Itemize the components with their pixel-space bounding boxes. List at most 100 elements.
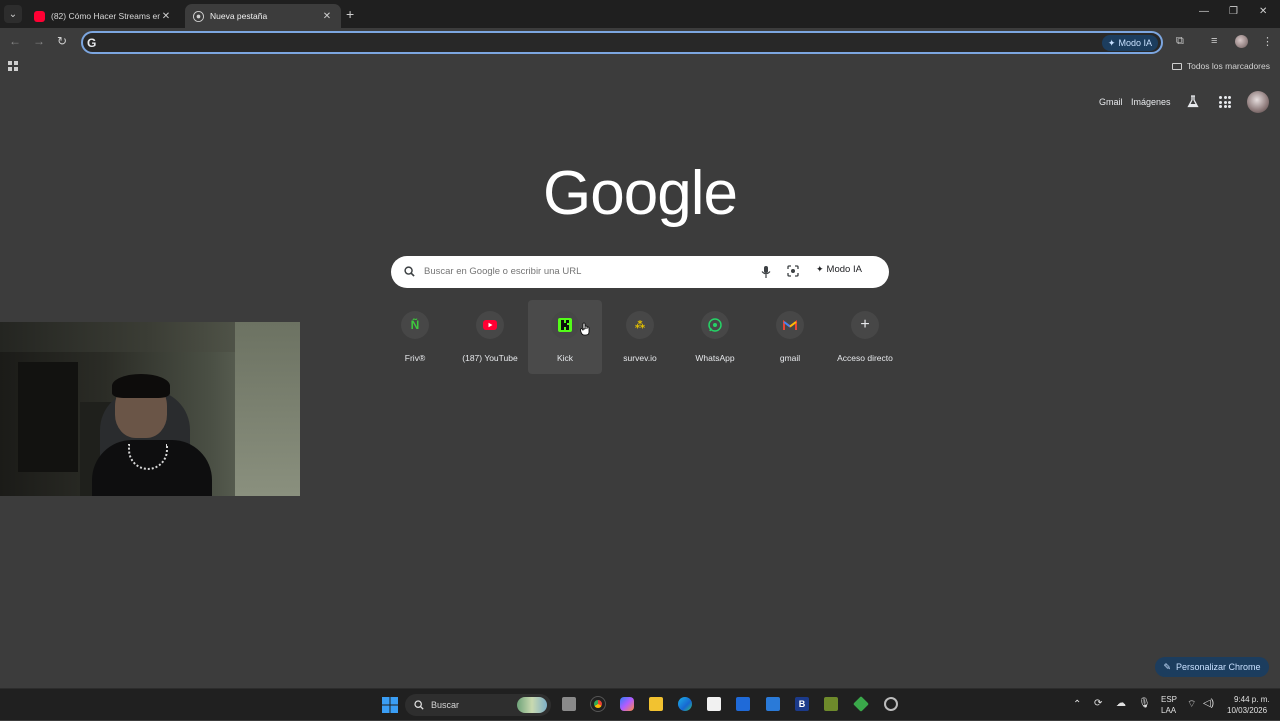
plus-icon: +: [851, 311, 879, 339]
green-cube-icon[interactable]: [853, 696, 869, 712]
file-explorer-icon[interactable]: [649, 697, 663, 711]
shortcut-label: gmail: [779, 353, 801, 363]
toolbar: ← → ↻ G ✦ Modo IA ⧉ ≡ ⋮: [0, 28, 1280, 56]
shortcut-survev[interactable]: ⁂ survev.io: [603, 300, 677, 374]
ai-search-icon: ✦: [1107, 37, 1116, 48]
tab-search-button[interactable]: ⌄: [4, 5, 22, 23]
shortcut-add[interactable]: + Acceso directo: [828, 300, 902, 374]
kick-icon: [551, 311, 579, 339]
tab-strip: ⌄ (82) Cómo Hacer Streams en Ki ✕ Nueva …: [0, 0, 1280, 28]
shortcut-friv[interactable]: Ñ Friv®: [378, 300, 452, 374]
account-avatar[interactable]: [1247, 91, 1269, 113]
chevron-up-icon[interactable]: ⌃: [1073, 699, 1081, 710]
images-link[interactable]: Imágenes: [1131, 97, 1171, 107]
search-icon: [404, 266, 415, 277]
chevron-down-icon: ⌄: [8, 8, 18, 20]
customize-chrome-button[interactable]: ✎ Personalizar Chrome: [1155, 657, 1269, 677]
google-lens-icon[interactable]: [787, 265, 799, 277]
shortcut-label: WhatsApp: [695, 353, 735, 363]
ai-search-icon: ✦: [816, 264, 824, 274]
clock-time[interactable]: 9:44 p. m.: [1234, 695, 1270, 704]
folder-icon: [1171, 62, 1182, 70]
show-desktop-button[interactable]: [1274, 689, 1280, 721]
edge-icon[interactable]: [678, 697, 692, 711]
youtube-icon: [476, 311, 504, 339]
address-bar[interactable]: G ✦ Modo IA: [81, 31, 1163, 54]
shortcut-label: survev.io: [623, 353, 657, 363]
windows-taskbar: Buscar B ⌃ ⟳ ☁ 🎙 ESP LAA ⌔ ◁) 9:44 p. m.…: [0, 688, 1280, 720]
omnibox-modo-ia-button[interactable]: ✦ Modo IA: [1101, 35, 1158, 51]
dropbox-icon[interactable]: [736, 697, 750, 711]
reload-icon[interactable]: ↻: [57, 34, 67, 48]
search-input[interactable]: [424, 266, 744, 277]
google-apps-icon[interactable]: [1219, 96, 1231, 108]
language-indicator[interactable]: ESP: [1161, 695, 1177, 704]
mail-icon[interactable]: [766, 697, 780, 711]
back-icon[interactable]: ←: [9, 34, 21, 48]
whatsapp-icon: [701, 311, 729, 339]
close-icon[interactable]: ✕: [321, 11, 333, 22]
modo-ia-label: Modo IA: [826, 264, 862, 275]
webcam-overlay: [0, 322, 300, 496]
gmail-link[interactable]: Gmail: [1099, 97, 1123, 107]
labs-flask-icon[interactable]: [1187, 95, 1199, 108]
apps-grid-icon[interactable]: [8, 61, 18, 71]
b-app-icon[interactable]: B: [795, 697, 809, 711]
bookmarks-bar: Todos los marcadores: [0, 56, 1280, 76]
clock-date[interactable]: 10/03/2026: [1227, 706, 1267, 715]
shortcuts-row: Ñ Friv® (187) YouTube Kick ⁂ survev.io W…: [378, 300, 902, 374]
microphone-icon[interactable]: 🎙: [1138, 698, 1151, 709]
shortcut-label: Kick: [556, 353, 574, 363]
profile-avatar[interactable]: [1235, 35, 1248, 48]
store-icon[interactable]: [707, 697, 721, 711]
taskbar-search-label: Buscar: [431, 700, 460, 710]
search-icon: [414, 700, 424, 710]
obs-icon[interactable]: [884, 697, 898, 711]
restore-icon[interactable]: ❐: [1229, 6, 1238, 17]
volume-icon[interactable]: ◁): [1203, 698, 1214, 709]
extensions-icon[interactable]: ⧉: [1176, 35, 1184, 48]
tab-title: Nueva pestaña: [210, 11, 268, 21]
wifi-icon[interactable]: ⌔: [1187, 698, 1196, 711]
task-view-icon[interactable]: [562, 697, 576, 711]
language-sub: LAA: [1161, 706, 1177, 715]
survev-icon: ⁂: [626, 311, 654, 339]
google-g-icon: G: [87, 36, 97, 50]
search-modo-ia-button[interactable]: ✦ Modo IA: [816, 264, 862, 275]
all-bookmarks-button[interactable]: Todos los marcadores: [1171, 61, 1270, 71]
shortcut-youtube[interactable]: (187) YouTube: [453, 300, 527, 374]
shortcut-kick[interactable]: Kick: [528, 300, 602, 374]
new-tab-button[interactable]: +: [346, 6, 354, 22]
window-close-icon[interactable]: ✕: [1259, 6, 1267, 17]
shortcut-gmail[interactable]: gmail: [753, 300, 827, 374]
gmail-icon: [776, 311, 804, 339]
close-icon[interactable]: ✕: [160, 11, 172, 22]
minecraft-icon[interactable]: [824, 697, 838, 711]
chrome-icon[interactable]: [590, 696, 606, 712]
shortcut-label: Acceso directo: [837, 353, 893, 363]
hand-cursor-icon: [580, 322, 590, 336]
tab-youtube[interactable]: (82) Cómo Hacer Streams en Ki ✕: [26, 4, 180, 28]
modo-ia-label: Modo IA: [1118, 38, 1152, 48]
customize-label: Personalizar Chrome: [1176, 662, 1261, 672]
friv-icon: Ñ: [401, 311, 429, 339]
search-box[interactable]: ✦ Modo IA: [391, 256, 889, 288]
media-controls-icon[interactable]: ≡: [1211, 35, 1217, 47]
forward-icon[interactable]: →: [33, 34, 45, 48]
shortcut-whatsapp[interactable]: WhatsApp: [678, 300, 752, 374]
shortcut-label: (187) YouTube: [462, 353, 518, 363]
kebab-menu-icon[interactable]: ⋮: [1262, 35, 1273, 48]
all-bookmarks-label: Todos los marcadores: [1186, 61, 1270, 71]
sync-icon[interactable]: ⟳: [1094, 698, 1102, 709]
google-logo: Google: [543, 159, 738, 228]
cloud-icon[interactable]: ☁: [1116, 698, 1126, 709]
minimize-icon[interactable]: —: [1199, 6, 1209, 17]
windows-start-icon[interactable]: [382, 697, 398, 713]
tab-new-tab[interactable]: Nueva pestaña ✕: [185, 4, 341, 28]
pencil-icon: ✎: [1163, 661, 1171, 672]
copilot-icon[interactable]: [620, 697, 634, 711]
tab-title: (82) Cómo Hacer Streams en Ki: [51, 11, 160, 21]
chrome-icon: [193, 10, 204, 22]
taskbar-search[interactable]: Buscar: [405, 694, 551, 716]
microphone-icon[interactable]: [761, 265, 771, 279]
